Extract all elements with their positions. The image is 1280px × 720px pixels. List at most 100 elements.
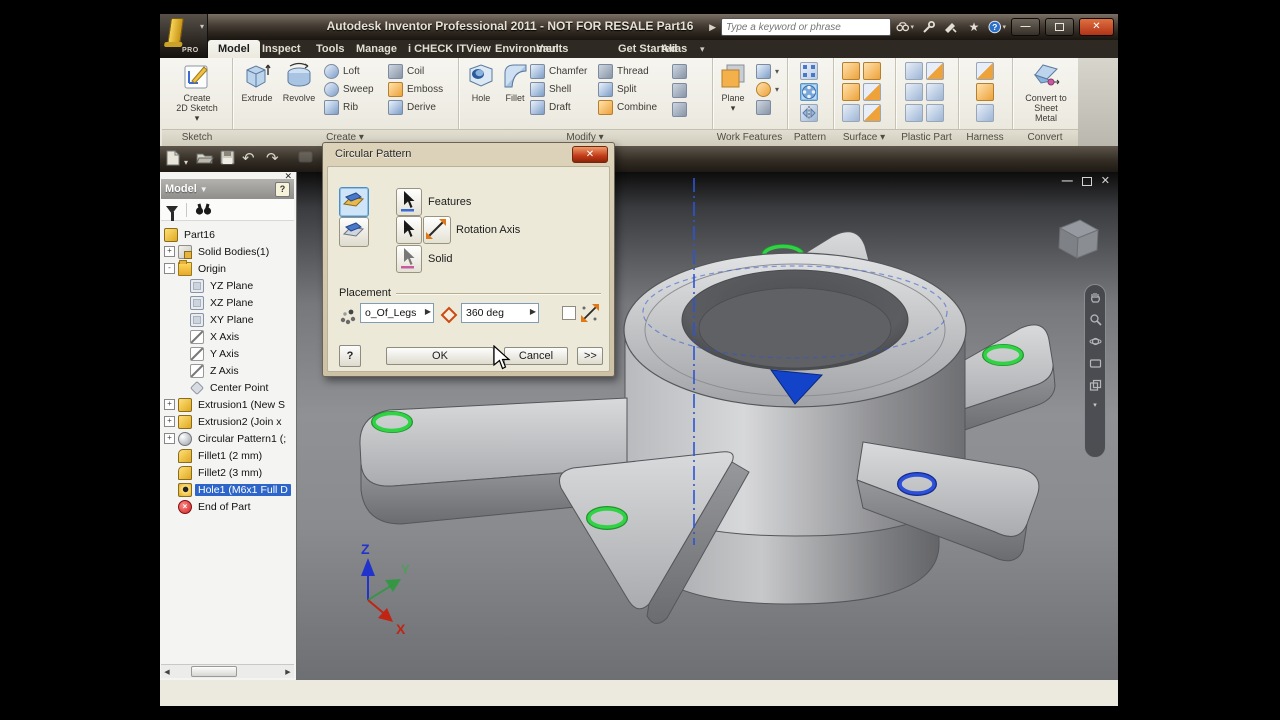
tree-item-extrusion1-new-s[interactable]: +Extrusion1 (New S bbox=[162, 396, 294, 413]
count-flyout-icon[interactable]: ▶ bbox=[425, 307, 431, 316]
boundary-patch-icon[interactable] bbox=[863, 62, 881, 80]
browser-help-icon[interactable]: ? bbox=[275, 182, 290, 197]
solid-select-button[interactable] bbox=[396, 245, 422, 273]
tree-item-center-point[interactable]: Center Point bbox=[162, 379, 294, 396]
combine-button[interactable]: Combine bbox=[598, 100, 657, 114]
view-face-icon[interactable] bbox=[1089, 379, 1102, 392]
rectangular-pattern-icon[interactable] bbox=[800, 62, 818, 80]
plane-button[interactable]: Plane▾ bbox=[714, 61, 752, 113]
tab-alias[interactable]: Alias bbox=[651, 40, 697, 58]
tree-item-fillet1-2-mm[interactable]: Fillet1 (2 mm) bbox=[162, 447, 294, 464]
tab-overflow-icon[interactable]: ▾ bbox=[700, 44, 705, 55]
circular-pattern-icon[interactable] bbox=[800, 83, 818, 101]
coil-button[interactable]: Coil bbox=[388, 64, 443, 78]
close-button[interactable]: ✕ bbox=[1079, 18, 1114, 36]
tree-item-circular-pattern1[interactable]: +Circular Pattern1 (; bbox=[162, 430, 294, 447]
work-ucs-icon[interactable] bbox=[756, 100, 771, 115]
extend-icon[interactable] bbox=[842, 104, 860, 122]
rule-fillet-icon[interactable] bbox=[905, 104, 923, 122]
filter-funnel-icon[interactable] bbox=[166, 206, 178, 214]
tree-item-x-axis[interactable]: X Axis bbox=[162, 328, 294, 345]
angle-flyout-icon[interactable]: ▶ bbox=[530, 307, 536, 316]
count-input[interactable]: o_Of_Legs▶ bbox=[360, 303, 434, 323]
ok-button[interactable]: OK bbox=[386, 347, 494, 365]
expand-icon[interactable]: + bbox=[164, 246, 175, 257]
expand-icon[interactable]: + bbox=[164, 399, 175, 410]
sweep-button[interactable]: Sweep bbox=[324, 82, 374, 96]
rib-button[interactable]: Rib bbox=[324, 100, 374, 114]
view-cube[interactable] bbox=[1052, 212, 1104, 262]
pattern-entire-solid-button[interactable] bbox=[339, 217, 369, 247]
doc-restore-icon[interactable] bbox=[1082, 177, 1092, 186]
chamfer-button[interactable]: Chamfer bbox=[530, 64, 587, 78]
minimize-button[interactable]: — bbox=[1011, 18, 1040, 36]
angle-input[interactable]: 360 deg▶ bbox=[461, 303, 539, 323]
shell-button[interactable]: Shell bbox=[530, 82, 587, 96]
tree-item-yz-plane[interactable]: YZ Plane bbox=[162, 277, 294, 294]
copy-object-icon[interactable] bbox=[672, 83, 687, 98]
work-point-icon[interactable] bbox=[756, 82, 771, 97]
grill-icon[interactable] bbox=[905, 62, 923, 80]
trim-icon[interactable] bbox=[863, 83, 881, 101]
navbar-more-icon[interactable]: ▾ bbox=[1093, 401, 1097, 409]
favorites-star-icon[interactable]: ★ bbox=[965, 19, 983, 35]
stitch-icon[interactable] bbox=[842, 62, 860, 80]
tree-item-fillet2-3-mm[interactable]: Fillet2 (3 mm) bbox=[162, 464, 294, 481]
tree-item-origin[interactable]: -Origin bbox=[162, 260, 294, 277]
cancel-button[interactable]: Cancel bbox=[504, 347, 568, 365]
move-face-icon[interactable] bbox=[672, 64, 687, 79]
scroll-right-icon[interactable]: ▶ bbox=[282, 668, 294, 676]
tree-item-xz-plane[interactable]: XZ Plane bbox=[162, 294, 294, 311]
move-bodies-icon[interactable] bbox=[672, 102, 687, 117]
rest-icon[interactable] bbox=[905, 83, 923, 101]
loft-button[interactable]: Loft bbox=[324, 64, 374, 78]
doc-minimize-icon[interactable]: — bbox=[1062, 175, 1073, 187]
search-binoculars-icon[interactable]: ▾ bbox=[896, 19, 914, 35]
doc-close-icon[interactable]: ✕ bbox=[1101, 175, 1110, 187]
circular-pattern-dialog[interactable]: Circular Pattern ✕ Features Rotation Axi… bbox=[322, 142, 615, 377]
snap-fit-icon[interactable] bbox=[926, 83, 944, 101]
create-2d-sketch-button[interactable]: Create2D Sketch ▾ bbox=[176, 61, 218, 123]
revolve-button[interactable]: Revolve bbox=[278, 61, 320, 103]
sculpt-icon[interactable] bbox=[842, 83, 860, 101]
orbit-icon[interactable] bbox=[1089, 335, 1102, 348]
look-at-icon[interactable] bbox=[1089, 357, 1102, 370]
dialog-title-bar[interactable]: Circular Pattern bbox=[323, 143, 614, 165]
browser-header[interactable]: Model ▼ ? bbox=[161, 179, 294, 199]
wrench-icon[interactable] bbox=[919, 19, 937, 35]
rotation-axis-select-button[interactable] bbox=[396, 216, 422, 244]
help-icon[interactable]: ?▾ bbox=[988, 19, 1006, 35]
browser-horizontal-scrollbar[interactable]: ◀ ▶ bbox=[161, 664, 294, 678]
boss-icon[interactable] bbox=[926, 62, 944, 80]
save-icon[interactable] bbox=[220, 150, 235, 169]
work-axis-icon[interactable] bbox=[756, 64, 771, 79]
midplane-checkbox[interactable] bbox=[562, 306, 576, 320]
tree-item-xy-plane[interactable]: XY Plane bbox=[162, 311, 294, 328]
tree-item-solid-bodies-1[interactable]: +Solid Bodies(1) bbox=[162, 243, 294, 260]
new-file-icon[interactable] bbox=[166, 150, 180, 170]
tab-inspect[interactable]: Inspect bbox=[252, 40, 311, 58]
split-button[interactable]: Split bbox=[598, 82, 657, 96]
tab-vault[interactable]: Vault bbox=[526, 40, 572, 58]
application-menu-button[interactable]: PRO ▾ bbox=[160, 14, 208, 58]
mirror-icon[interactable] bbox=[800, 104, 818, 122]
navigation-bar[interactable]: ▾ bbox=[1084, 284, 1106, 458]
tree-item-y-axis[interactable]: Y Axis bbox=[162, 345, 294, 362]
communication-center-icon[interactable] bbox=[942, 19, 960, 35]
emboss-button[interactable]: Emboss bbox=[388, 82, 443, 96]
unroute-icon[interactable] bbox=[976, 104, 994, 122]
pan-hand-icon[interactable] bbox=[1089, 291, 1102, 304]
convert-to-sheet-metal-button[interactable]: Convert toSheet Metal bbox=[1024, 61, 1068, 123]
dialog-help-button[interactable]: ? bbox=[339, 345, 361, 367]
tree-item-part16[interactable]: Part16 bbox=[162, 226, 294, 243]
find-binoculars-icon[interactable] bbox=[195, 203, 212, 216]
delete-face-icon[interactable] bbox=[863, 104, 881, 122]
zoom-icon[interactable] bbox=[1089, 313, 1102, 326]
help-search-input[interactable] bbox=[721, 18, 891, 36]
route-icon[interactable] bbox=[976, 83, 994, 101]
thread-button[interactable]: Thread bbox=[598, 64, 657, 78]
scroll-left-icon[interactable]: ◀ bbox=[161, 668, 173, 676]
derive-button[interactable]: Derive bbox=[388, 100, 443, 114]
redo-icon[interactable]: ↷ bbox=[266, 150, 279, 167]
features-select-button[interactable] bbox=[396, 188, 422, 216]
